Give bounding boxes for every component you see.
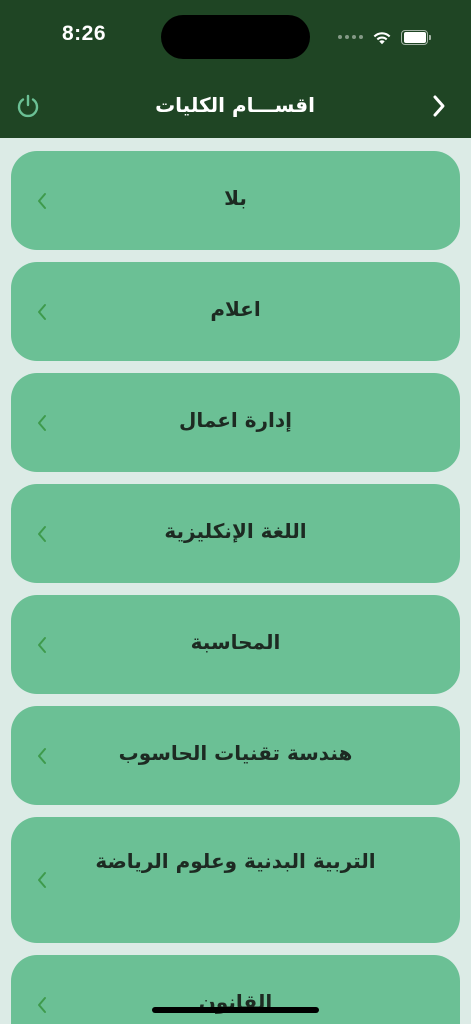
department-item[interactable]: المحاسبة	[11, 595, 460, 694]
chevron-left-icon	[34, 191, 50, 211]
chevron-left-icon	[34, 302, 50, 322]
status-icons	[338, 27, 431, 47]
dynamic-island	[161, 15, 310, 59]
department-item[interactable]: التربية البدنية وعلوم الرياضة	[11, 817, 460, 943]
chevron-left-icon	[34, 870, 50, 890]
power-button[interactable]	[14, 92, 42, 120]
department-item[interactable]: اللغة الإنكليزية	[11, 484, 460, 583]
department-item[interactable]: بلا	[11, 151, 460, 250]
department-item[interactable]: اعلام	[11, 262, 460, 361]
top-bar: 8:26 اقســـام الكليات	[0, 0, 471, 138]
department-item[interactable]: هندسة تقنيات الحاسوب	[11, 706, 460, 805]
power-icon	[17, 94, 39, 118]
chevron-right-icon	[433, 95, 445, 117]
department-label: إدارة اعمال	[178, 408, 293, 432]
chevron-left-icon	[34, 746, 50, 766]
department-label: اعلام	[210, 297, 261, 321]
department-label: بلا	[224, 186, 247, 210]
page-title: اقســـام الكليات	[155, 93, 315, 117]
wifi-icon	[373, 31, 391, 44]
department-label: اللغة الإنكليزية	[164, 519, 307, 543]
department-label: هندسة تقنيات الحاسوب	[118, 741, 353, 765]
back-button[interactable]	[424, 90, 454, 122]
department-label: التربية البدنية وعلوم الرياضة	[95, 849, 376, 873]
status-time: 8:26	[62, 22, 107, 45]
chevron-left-icon	[34, 995, 50, 1015]
battery-icon	[401, 29, 431, 45]
department-item[interactable]: القانون	[11, 955, 460, 1024]
signal-icon	[338, 35, 363, 39]
department-item[interactable]: إدارة اعمال	[11, 373, 460, 472]
chevron-left-icon	[34, 413, 50, 433]
chevron-left-icon	[34, 524, 50, 544]
screen: 8:26 اقســـام الكليات بلا اعلام إدارة اع…	[0, 0, 471, 1024]
department-label: المحاسبة	[190, 630, 281, 654]
home-indicator[interactable]	[152, 1007, 319, 1013]
chevron-left-icon	[34, 635, 50, 655]
